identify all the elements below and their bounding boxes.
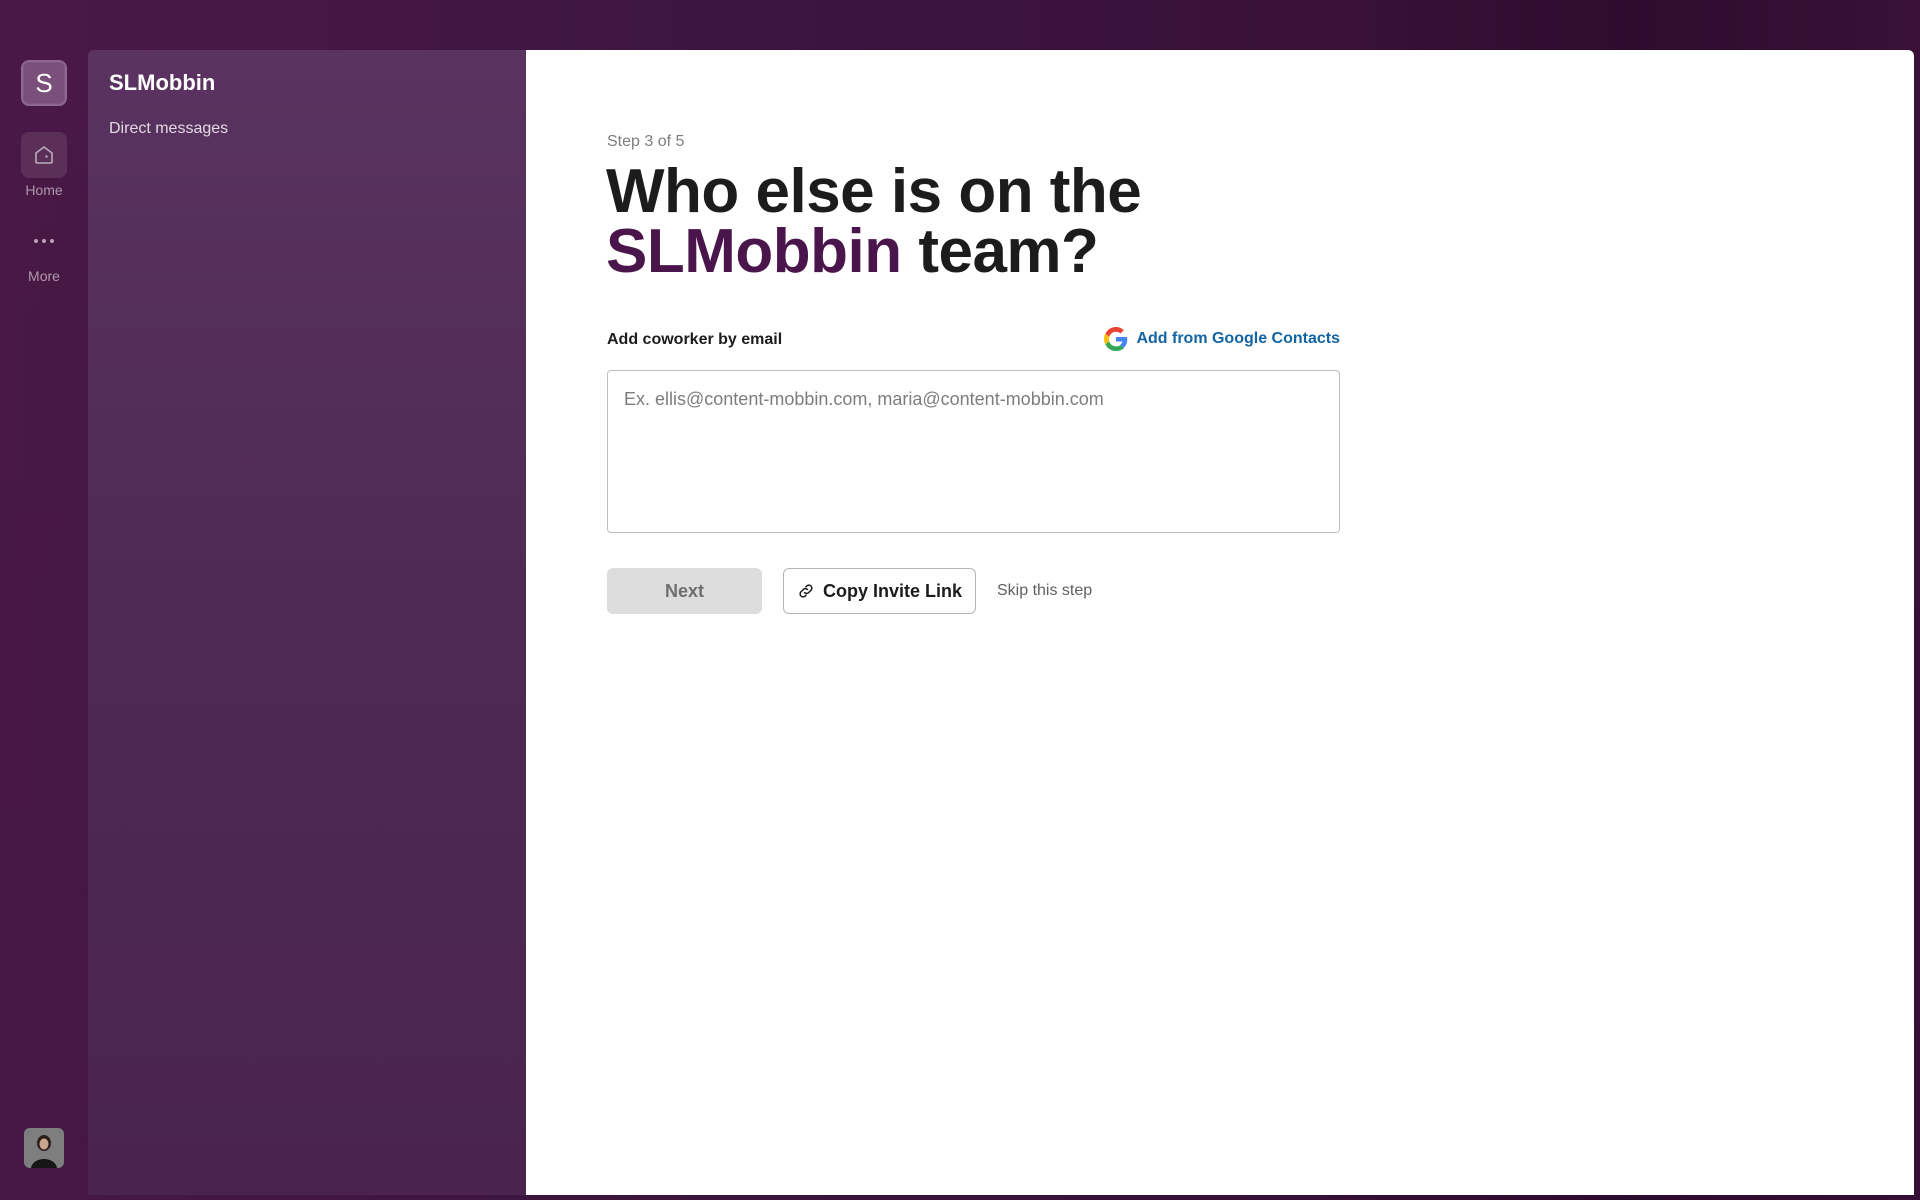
- channel-sidebar: SLMobbin Direct messages: [88, 50, 526, 1195]
- workspace-switcher[interactable]: S: [21, 60, 67, 106]
- home-icon: [35, 146, 53, 164]
- more-icon: [34, 239, 54, 243]
- copy-invite-link-button[interactable]: Copy Invite Link: [783, 568, 976, 614]
- next-button[interactable]: Next: [607, 568, 762, 614]
- add-coworker-label: Add coworker by email: [607, 331, 783, 348]
- workspace-rail: S Home More: [0, 0, 88, 1200]
- google-contacts-link[interactable]: Add from Google Contacts: [1104, 327, 1340, 351]
- link-icon: [799, 584, 813, 598]
- workspace-name[interactable]: SLMobbin: [109, 70, 215, 96]
- more-label: More: [28, 268, 60, 284]
- workspace-initial: S: [35, 67, 53, 98]
- page-title: Who else is on the SLMobbin team?: [606, 161, 1506, 283]
- title-workspace-name: SLMobbin: [606, 217, 902, 286]
- title-prefix: Who else is on the: [606, 157, 1142, 226]
- step-indicator: Step 3 of 5: [607, 133, 685, 150]
- more-button[interactable]: [21, 218, 67, 264]
- title-suffix: team?: [901, 217, 1099, 286]
- email-input[interactable]: [607, 370, 1340, 533]
- user-photo-icon: [24, 1128, 64, 1168]
- google-contacts-label: Add from Google Contacts: [1136, 330, 1340, 347]
- home-button[interactable]: [21, 132, 67, 178]
- skip-step-link[interactable]: Skip this step: [997, 582, 1092, 600]
- onboarding-panel: Step 3 of 5 Who else is on the SLMobbin …: [526, 50, 1914, 1195]
- copy-invite-link-label: Copy Invite Link: [822, 580, 963, 601]
- sidebar-item-direct-messages[interactable]: Direct messages: [109, 120, 228, 138]
- user-avatar[interactable]: [24, 1128, 64, 1168]
- home-label: Home: [25, 182, 63, 198]
- google-icon: [1104, 327, 1128, 351]
- email-label-row: Add coworker by email Add from Google Co…: [607, 327, 1340, 355]
